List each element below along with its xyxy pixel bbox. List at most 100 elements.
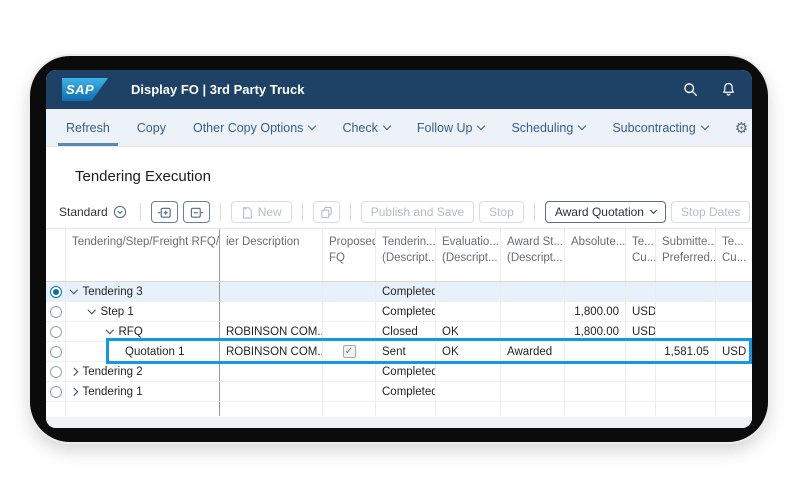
table-cell [46, 382, 66, 401]
menu-item-scheduling[interactable]: Scheduling [511, 109, 585, 146]
table-cell [436, 282, 501, 301]
radio-icon[interactable] [50, 386, 62, 398]
table-row-tendering-3[interactable]: Tendering 3 Completed [46, 282, 752, 302]
table-cell [46, 342, 66, 361]
tree-label: Tendering 1 [83, 386, 143, 398]
table-cell [323, 362, 376, 381]
table-cell [565, 282, 626, 301]
publish-and-save-label: Publish and Save [371, 205, 464, 219]
expand-all-button[interactable] [151, 201, 178, 223]
radio-selected-icon[interactable] [50, 286, 62, 298]
table-cell [565, 382, 626, 401]
table-row-rfq[interactable]: RFQ ROBINSON COM... Closed OK 1,800.00 U… [46, 322, 752, 342]
collapse-all-icon [189, 205, 204, 220]
tree-label: Tendering 3 [83, 286, 143, 298]
table-cell [323, 342, 376, 361]
column-header-tree[interactable]: Tendering/Step/Freight RFQ/... [66, 229, 220, 281]
chevron-down-icon [308, 121, 316, 129]
new-button: New [231, 201, 292, 223]
chevron-down-icon[interactable] [88, 306, 96, 314]
column-header-proposed-fq[interactable]: ProposedFQ [323, 229, 376, 281]
chevron-down-icon [700, 121, 708, 129]
chevron-right-icon[interactable] [70, 368, 78, 376]
menu-item-check[interactable]: Check [342, 109, 389, 146]
chevron-down-icon [477, 121, 485, 129]
menu-item-subcontracting[interactable]: Subcontracting [612, 109, 707, 146]
table-empty-area [46, 402, 752, 416]
table-cell: 1,800.00 [565, 302, 626, 321]
chevron-right-icon[interactable] [70, 388, 78, 396]
table-cell [626, 282, 656, 301]
tree-label: Quotation 1 [125, 346, 184, 358]
menu-item-copy[interactable]: Copy [137, 109, 166, 146]
table-cell [501, 282, 565, 301]
radio-icon[interactable] [50, 366, 62, 378]
table-row-tendering-1[interactable]: Tendering 1 Completed [46, 382, 752, 402]
table-cell [220, 282, 323, 301]
column-header-award-status[interactable]: Award St...(Descript... [501, 229, 565, 281]
table-cell [323, 322, 376, 341]
table-cell [656, 382, 716, 401]
table-cell: OK [436, 322, 501, 341]
toolbar-separator [302, 203, 303, 221]
tree-cell: Tendering 3 [66, 282, 220, 301]
column-header-evaluation[interactable]: Evaluatio...(Descript... [436, 229, 501, 281]
new-button-label: New [258, 205, 282, 219]
settings-menu[interactable]: ⚙ [735, 109, 752, 146]
tree-cell: Quotation 1 [66, 342, 220, 361]
checkbox-checked-icon [343, 345, 356, 358]
award-quotation-label: Award Quotation [555, 205, 644, 219]
gear-icon: ⚙ [735, 119, 748, 137]
column-header-description[interactable]: ier Description [220, 229, 323, 281]
standard-chevron-icon [113, 205, 127, 219]
table-cell [716, 382, 752, 401]
chevron-down-icon[interactable] [70, 286, 78, 294]
column-header-tendering-status[interactable]: Tenderin...(Descript... [376, 229, 436, 281]
tree-label: Tendering 2 [83, 366, 143, 378]
menu-label: Subcontracting [612, 121, 695, 135]
radio-icon[interactable] [50, 346, 62, 358]
radio-icon[interactable] [50, 306, 62, 318]
table-row-quotation-1[interactable]: Quotation 1 ROBINSON COM... Sent OK Awar… [46, 342, 752, 362]
collapse-all-button[interactable] [183, 201, 210, 223]
menu-label: Check [342, 121, 377, 135]
new-doc-icon [241, 206, 253, 219]
table-row-tendering-2[interactable]: Tendering 2 Completed [46, 362, 752, 382]
table-cell [656, 362, 716, 381]
table-cell [323, 302, 376, 321]
column-header-te-currency[interactable]: Te...Cu... [626, 229, 656, 281]
radio-icon[interactable] [50, 326, 62, 338]
table-cell [716, 362, 752, 381]
column-header-submitted-preferred[interactable]: Submitte...Preferred... [656, 229, 716, 281]
menu-item-other-copy-options[interactable]: Other Copy Options [193, 109, 315, 146]
toolbar-separator [534, 203, 535, 221]
bell-icon[interactable] [721, 82, 736, 97]
chevron-down-icon [383, 121, 391, 129]
table-cell [501, 362, 565, 381]
tree-cell: Tendering 2 [66, 362, 220, 381]
table-row-step-1[interactable]: Step 1 Completed 1,800.00 USD [46, 302, 752, 322]
page-background: SAP Display FO | 3rd Party Truck [0, 0, 800, 500]
table-header-cell [46, 229, 66, 281]
column-header-absolute[interactable]: Absolute... [565, 229, 626, 281]
menu-item-follow-up[interactable]: Follow Up [417, 109, 485, 146]
search-icon[interactable] [683, 82, 698, 97]
table-cell [565, 342, 626, 361]
column-header-te-currency-2[interactable]: Te...Cu... [716, 229, 752, 281]
table-cell: Completed [376, 382, 436, 401]
table-cell: ROBINSON COM... [220, 322, 323, 341]
tendering-table: Tendering/Step/Freight RFQ/... ier Descr… [46, 228, 752, 416]
view-selector-label: Standard [59, 205, 108, 219]
tree-cell: Tendering 1 [66, 382, 220, 401]
menu-item-refresh[interactable]: Refresh [66, 109, 110, 146]
table-cell [46, 302, 66, 321]
table-cell [436, 302, 501, 321]
expand-all-icon [157, 205, 172, 220]
view-selector[interactable]: Standard [59, 205, 130, 219]
award-quotation-button[interactable]: Award Quotation [545, 201, 666, 223]
table-cell [656, 302, 716, 321]
menu-label: Refresh [66, 121, 110, 135]
chevron-down-icon[interactable] [106, 326, 114, 334]
menu-label: Other Copy Options [193, 121, 303, 135]
table-cell [656, 282, 716, 301]
